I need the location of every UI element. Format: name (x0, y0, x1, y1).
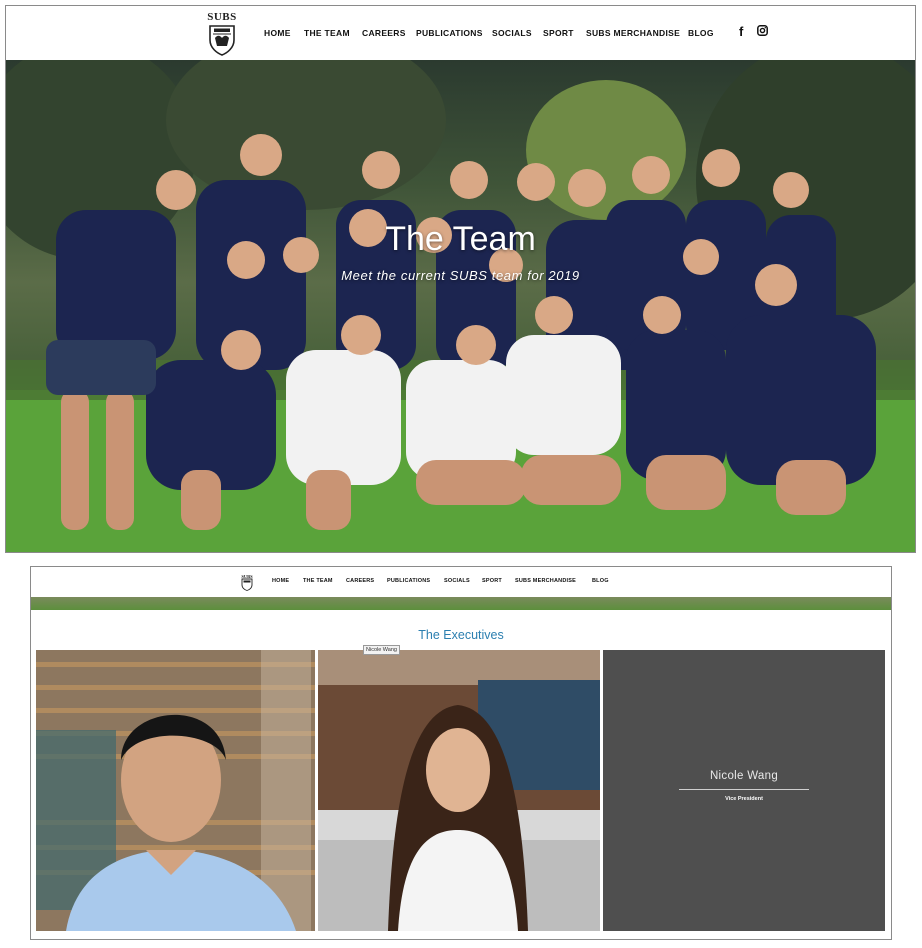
svg-text:SUBS: SUBS (241, 574, 253, 579)
executive-card-1[interactable] (36, 650, 315, 931)
facebook-icon[interactable]: f (739, 24, 743, 39)
nav-home[interactable]: HOME (272, 578, 289, 584)
hero-banner: The Team Meet the current SUBS team for … (6, 60, 915, 552)
executive-card-2[interactable] (318, 650, 600, 931)
hero-subtitle: Meet the current SUBS team for 2019 (341, 268, 580, 283)
crest-icon: SUBS (241, 574, 253, 591)
executive-photo-2 (318, 650, 600, 931)
executive-photo-1 (36, 650, 315, 931)
name-tooltip: Nicole Wang (363, 645, 400, 655)
nav-subs-merchandise[interactable]: SUBS MERCHANDISE (586, 28, 680, 38)
top-navigation: SUBS HOME THE TEAM CAREERS PUBLICATIONS … (6, 6, 915, 60)
crest-icon (209, 25, 235, 56)
nav-blog[interactable]: BLOG (592, 578, 609, 584)
nav-socials[interactable]: SOCIALS (444, 578, 470, 584)
compact-navigation: SUBS HOME THE TEAM CAREERS PUBLICATIONS … (31, 567, 891, 597)
team-group-photo (6, 60, 915, 552)
subs-logo[interactable]: SUBS (204, 11, 240, 57)
nav-blog[interactable]: BLOG (688, 28, 714, 38)
nav-publications[interactable]: PUBLICATIONS (387, 578, 430, 584)
nav-subs-merchandise[interactable]: SUBS MERCHANDISE (515, 578, 576, 584)
team-page-screenshot-top: SUBS HOME THE TEAM CAREERS PUBLICATIONS … (5, 5, 916, 553)
nav-sport[interactable]: SPORT (543, 28, 574, 38)
executive-card-3-hover[interactable]: Nicole Wang Vice President (603, 650, 885, 931)
team-page-screenshot-executives: SUBS HOME THE TEAM CAREERS PUBLICATIONS … (30, 566, 892, 940)
logo-text: SUBS (207, 11, 237, 23)
instagram-icon[interactable] (757, 25, 768, 36)
nav-socials[interactable]: SOCIALS (492, 28, 532, 38)
subs-logo-small[interactable]: SUBS (240, 573, 254, 591)
executives-heading: The Executives (418, 628, 504, 642)
name-divider (679, 789, 809, 790)
executive-role: Vice President (725, 796, 763, 802)
hero-title: The Team (385, 220, 536, 258)
nav-sport[interactable]: SPORT (482, 578, 502, 584)
executive-name: Nicole Wang (709, 770, 779, 782)
nav-home[interactable]: HOME (264, 28, 291, 38)
nav-careers[interactable]: CAREERS (362, 28, 406, 38)
nav-publications[interactable]: PUBLICATIONS (416, 28, 483, 38)
nav-careers[interactable]: CAREERS (346, 578, 374, 584)
nav-the-team[interactable]: THE TEAM (303, 578, 333, 584)
nav-the-team[interactable]: THE TEAM (304, 28, 350, 38)
hero-banner-bottom-strip (31, 597, 891, 610)
